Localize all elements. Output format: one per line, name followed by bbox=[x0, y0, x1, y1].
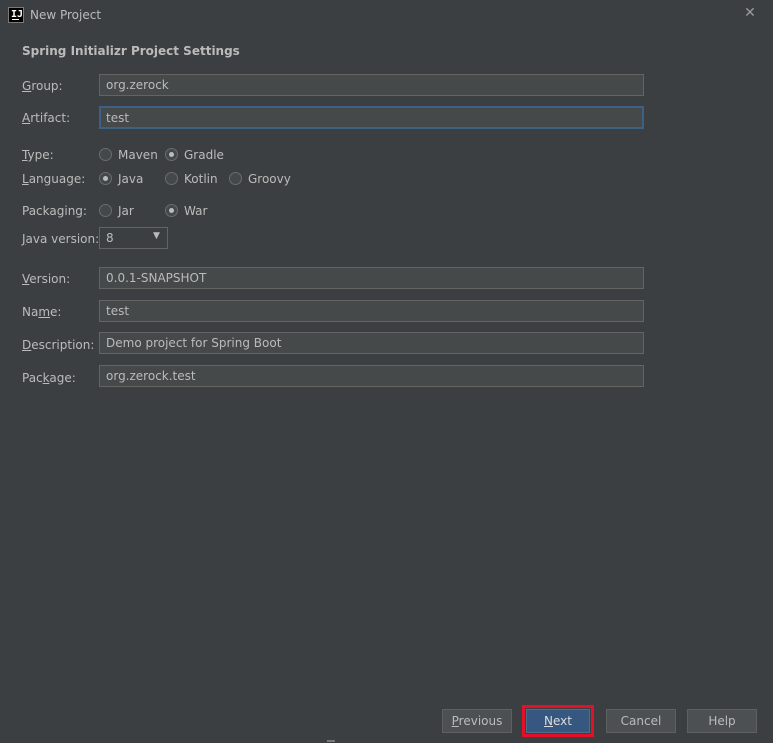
bottom-grip bbox=[327, 740, 335, 742]
type-gradle-label[interactable]: Gradle bbox=[184, 148, 224, 162]
description-input[interactable] bbox=[99, 332, 644, 354]
language-groovy-radio[interactable] bbox=[229, 172, 242, 185]
language-label: Language: bbox=[22, 172, 86, 186]
language-java-label[interactable]: Java bbox=[118, 172, 143, 186]
previous-button[interactable]: Previous bbox=[442, 709, 512, 733]
title-bar: IJ New Project ✕ bbox=[0, 0, 773, 30]
name-label: Name: bbox=[22, 305, 62, 319]
type-maven-label[interactable]: Maven bbox=[118, 148, 158, 162]
artifact-label: Artifact: bbox=[22, 111, 71, 125]
artifact-input[interactable] bbox=[99, 106, 644, 129]
window-title: New Project bbox=[30, 8, 102, 22]
next-button[interactable]: Next bbox=[522, 705, 594, 737]
description-label: Description: bbox=[22, 338, 95, 352]
package-input[interactable] bbox=[99, 365, 644, 387]
language-groovy-label[interactable]: Groovy bbox=[248, 172, 291, 186]
packaging-jar-radio[interactable] bbox=[99, 204, 112, 217]
packaging-jar-label[interactable]: Jar bbox=[118, 204, 134, 218]
package-label: Package: bbox=[22, 371, 76, 385]
java-version-select[interactable]: 8 ▼ bbox=[99, 227, 168, 249]
language-java-radio[interactable] bbox=[99, 172, 112, 185]
intellij-app-icon: IJ bbox=[8, 7, 24, 23]
packaging-war-label[interactable]: War bbox=[184, 204, 207, 218]
version-input[interactable] bbox=[99, 267, 644, 289]
packaging-war-radio[interactable] bbox=[165, 204, 178, 217]
version-label: Version: bbox=[22, 272, 71, 286]
name-input[interactable] bbox=[99, 300, 644, 322]
cancel-button[interactable]: Cancel bbox=[606, 709, 676, 733]
java-version-value: 8 bbox=[106, 231, 114, 245]
group-input[interactable] bbox=[99, 74, 644, 96]
help-button[interactable]: Help bbox=[687, 709, 757, 733]
section-title: Spring Initializr Project Settings bbox=[22, 44, 240, 58]
java-version-label: Java version: bbox=[22, 232, 100, 246]
type-maven-radio[interactable] bbox=[99, 148, 112, 161]
dropdown-arrow-icon: ▼ bbox=[153, 231, 160, 241]
packaging-label: Packaging: bbox=[22, 204, 87, 218]
type-gradle-radio[interactable] bbox=[165, 148, 178, 161]
language-kotlin-radio[interactable] bbox=[165, 172, 178, 185]
language-kotlin-label[interactable]: Kotlin bbox=[184, 172, 218, 186]
group-label: Group: bbox=[22, 79, 63, 93]
type-label: Type: bbox=[22, 148, 54, 162]
close-icon[interactable]: ✕ bbox=[741, 4, 759, 22]
